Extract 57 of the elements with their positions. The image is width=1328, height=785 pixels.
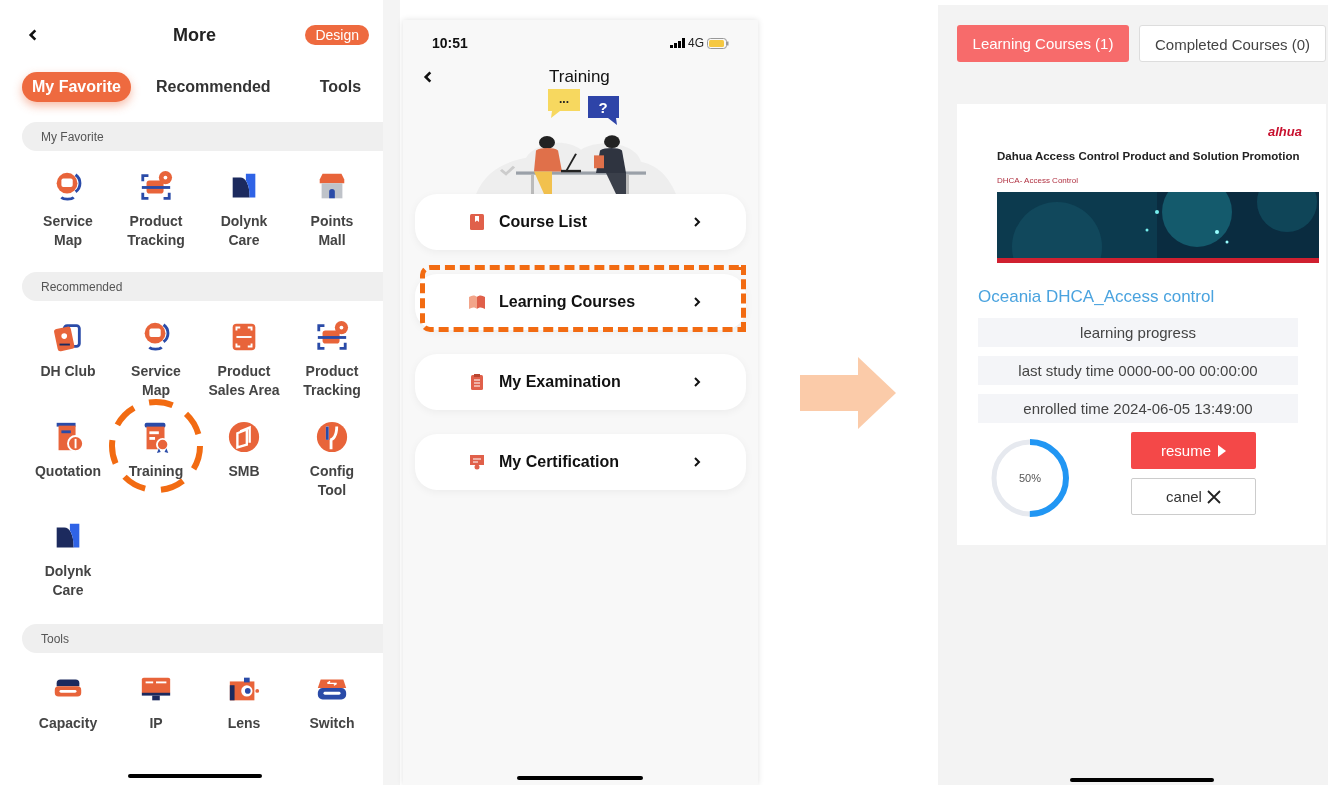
close-icon (1206, 489, 1221, 504)
chevron-right-icon (692, 216, 702, 228)
menu-label: My Examination (499, 372, 621, 392)
info-row: enrolled time 2024-06-05 13:49:00 (978, 394, 1298, 424)
menu-label: Learning Courses (499, 292, 636, 312)
battery-icon (707, 37, 729, 49)
app-label[interactable]: Training (128, 462, 184, 481)
app-label[interactable]: Dolynk Care (220, 212, 268, 250)
app-label[interactable]: Dolynk Care (44, 562, 92, 600)
app-label[interactable]: Lens (227, 714, 261, 733)
status-time: 10:51 (432, 33, 468, 53)
app-label[interactable]: DH Club (40, 362, 96, 381)
category-tab[interactable]: Tools (319, 72, 362, 102)
info-row: learning progress (978, 318, 1298, 348)
section-title: Recommended (41, 278, 123, 296)
section-title: Tools (41, 630, 69, 648)
chevron-right-icon (692, 456, 702, 468)
app-label[interactable]: SMB (228, 462, 260, 481)
progress-percent: 50% (1018, 471, 1042, 486)
section-title: My Favorite (41, 128, 104, 146)
app-label[interactable]: Quotation (34, 462, 102, 481)
cancel-button[interactable]: canel (1131, 478, 1256, 516)
screen-title: More (173, 23, 216, 47)
menu-card[interactable]: Course List (415, 194, 746, 250)
network-label: 4G (688, 35, 704, 52)
menu-card[interactable]: My Examination (415, 354, 746, 410)
chevron-right-icon (692, 376, 702, 388)
screen-title: Training (549, 66, 610, 89)
info-row: last study time 0000-00-00 00:00:00 (978, 356, 1298, 386)
resume-button[interactable]: resume (1131, 432, 1256, 470)
clipboard-icon (468, 373, 486, 391)
app-label[interactable]: Product Sales Area (208, 362, 280, 400)
chevron-right-icon (692, 296, 702, 308)
open-book-icon (468, 293, 486, 311)
menu-card[interactable]: My Certification (415, 434, 746, 490)
bookmark-book-icon (468, 213, 486, 231)
menu-card[interactable]: Learning Courses (415, 274, 746, 330)
play-icon (1218, 444, 1226, 457)
app-label[interactable]: Service Map (43, 212, 93, 250)
app-label[interactable]: Switch (309, 714, 355, 733)
tuning-fork-icon (315, 420, 349, 454)
app-label[interactable]: Points Mall (310, 212, 354, 250)
app-label[interactable]: Product Tracking (127, 212, 185, 250)
app-label[interactable]: IP (149, 714, 163, 733)
slide-subtitle: DHCA- Access Control (997, 174, 1079, 187)
slide-title: Dahua Access Control Product and Solution Promotion (997, 148, 1301, 164)
app-label[interactable]: Capacity (38, 714, 98, 733)
presentation-icon (468, 453, 486, 471)
menu-label: Course List (499, 212, 587, 232)
app-label[interactable]: Config Tool (309, 462, 355, 500)
signal-icon (670, 38, 686, 48)
app-label[interactable]: Service Map (131, 362, 181, 400)
course-tab[interactable]: Completed Courses (0) (1139, 25, 1326, 62)
app-label[interactable]: Product Tracking (303, 362, 361, 400)
menu-label: My Certification (499, 452, 619, 472)
category-tab[interactable]: Recommended (155, 72, 271, 102)
brand-logo: alhua (1268, 123, 1302, 141)
